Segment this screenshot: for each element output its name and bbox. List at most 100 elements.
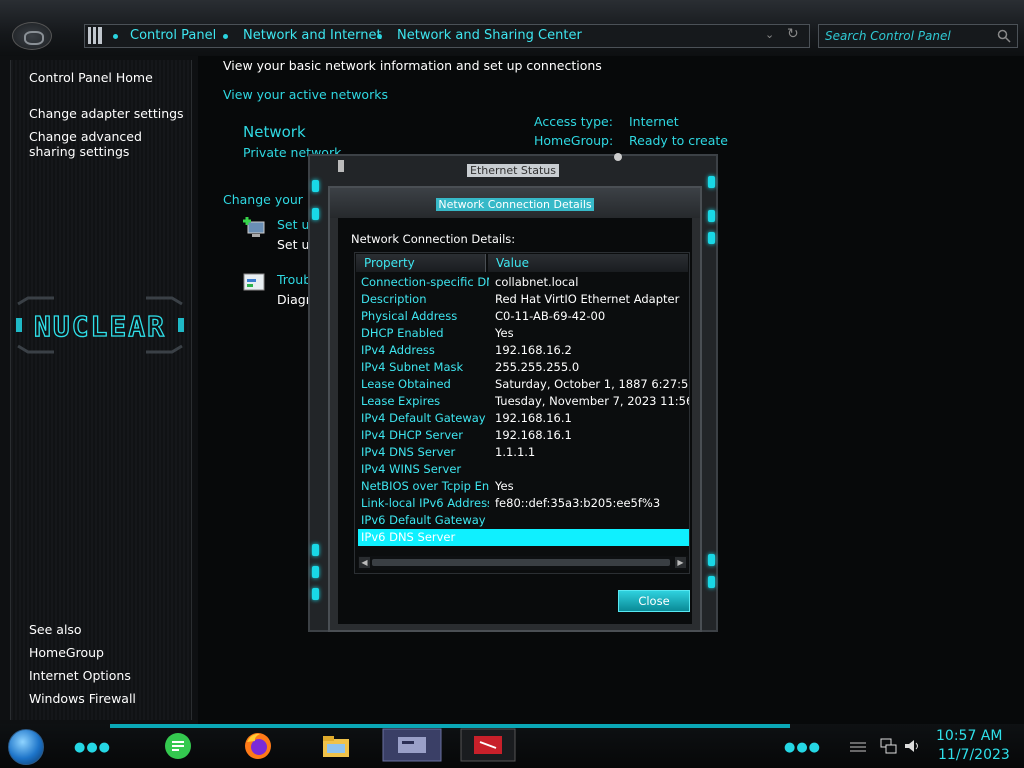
search-input[interactable]: [825, 29, 995, 43]
property-cell: IPv4 WINS Server: [361, 462, 462, 476]
table-row[interactable]: IPv4 Address 192.168.16.2: [358, 342, 689, 359]
clock-date[interactable]: 11/7/2023: [938, 747, 1010, 763]
refresh-icon[interactable]: ↻: [787, 26, 799, 42]
control-panel-app-icon[interactable]: [382, 728, 442, 762]
value-cell: Red Hat VirtIO Ethernet Adapter: [495, 292, 680, 306]
property-cell: IPv4 DHCP Server: [361, 428, 463, 442]
property-cell: Connection-specific DN...: [361, 275, 489, 289]
see-also-header: See also: [29, 622, 82, 637]
table-row[interactable]: IPv6 DNS Server: [358, 529, 689, 546]
frame-led: [708, 554, 715, 566]
close-button[interactable]: Close: [618, 590, 690, 612]
nav-control-panel-home[interactable]: Control Panel Home: [29, 70, 153, 85]
nav-change-advanced-sharing-settings[interactable]: Change advanced sharing settings: [29, 129, 179, 159]
left-navigation-pane: Control Panel Home Change adapter settin…: [0, 56, 198, 724]
scrollbar-thumb[interactable]: [372, 559, 670, 566]
dialog-app-icon[interactable]: [460, 728, 516, 762]
window-icon: [338, 160, 344, 172]
property-cell: IPv4 Default Gateway: [361, 411, 486, 425]
table-row[interactable]: IPv4 WINS Server: [358, 461, 689, 478]
back-button[interactable]: [12, 22, 52, 50]
details-label: Network Connection Details:: [351, 232, 516, 246]
scroll-left-icon[interactable]: ◀: [359, 557, 370, 568]
value-cell: Yes: [495, 326, 514, 340]
table-row[interactable]: Lease Expires Tuesday, November 7, 2023 1…: [358, 393, 689, 410]
frame-led: [312, 588, 319, 600]
breadcrumb-separator-icon: [113, 34, 118, 39]
start-button[interactable]: [8, 729, 44, 765]
dialog-body: Network Connection Details: Property Val…: [338, 218, 692, 624]
nav-change-adapter-settings[interactable]: Change adapter settings: [29, 106, 184, 121]
value-cell: 192.168.16.1: [495, 428, 572, 442]
table-row[interactable]: Lease Obtained Saturday, October 1, 1887 …: [358, 376, 689, 393]
taskbar-decoration: ●●●: [784, 740, 822, 755]
nav-homegroup[interactable]: HomeGroup: [29, 645, 104, 660]
volume-icon[interactable]: [904, 738, 922, 754]
table-row[interactable]: Connection-specific DN... collabnet.local: [358, 274, 689, 291]
value-cell: Saturday, October 1, 1887 6:27:57 AM: [495, 377, 689, 391]
notes-app-icon[interactable]: [162, 730, 194, 762]
show-hidden-icons-icon[interactable]: [848, 740, 868, 752]
horizontal-scrollbar[interactable]: ◀ ▶: [358, 556, 688, 570]
table-row[interactable]: IPv6 Default Gateway: [358, 512, 689, 529]
setup-connection-icon: [243, 217, 265, 237]
column-header-value[interactable]: Value: [488, 254, 688, 272]
table-row[interactable]: IPv4 Subnet Mask 255.255.255.0: [358, 359, 689, 376]
frame-led: [312, 208, 319, 220]
dialog-title-text: Network Connection Details: [436, 198, 594, 211]
active-networks-heading: View your active networks: [223, 87, 388, 102]
nav-windows-firewall[interactable]: Windows Firewall: [29, 691, 136, 706]
ethernet-status-title-text: Ethernet Status: [467, 164, 559, 177]
breadcrumb-control-panel[interactable]: Control Panel: [130, 28, 216, 43]
nuclear-logo: NUCLEAR: [16, 296, 184, 354]
chevron-down-icon[interactable]: ⌄: [765, 28, 774, 41]
value-cell: Yes: [495, 479, 514, 493]
network-name: Network: [243, 123, 306, 141]
dialog-title-bar[interactable]: Network Connection Details: [330, 188, 700, 218]
table-row[interactable]: Description Red Hat VirtIO Ethernet Adapt…: [358, 291, 689, 308]
column-header-property[interactable]: Property: [356, 254, 486, 272]
table-row[interactable]: IPv4 Default Gateway 192.168.16.1: [358, 410, 689, 427]
network-icon[interactable]: [880, 738, 898, 754]
address-bar[interactable]: Control Panel Network and Internet Netwo…: [84, 24, 810, 48]
value-cell: 192.168.16.2: [495, 343, 572, 357]
breadcrumb-separator-icon: [223, 34, 228, 39]
table-row[interactable]: IPv4 DNS Server 1.1.1.1: [358, 444, 689, 461]
table-row[interactable]: NetBIOS over Tcpip En... Yes: [358, 478, 689, 495]
pin-icon: [614, 153, 622, 161]
frame-led: [708, 176, 715, 188]
table-row[interactable]: Link-local IPv6 Address fe80::def:35a3:b2…: [358, 495, 689, 512]
details-table[interactable]: Property Value Connection-specific DN...…: [354, 252, 690, 574]
property-cell: IPv4 DNS Server: [361, 445, 456, 459]
search-icon[interactable]: [997, 29, 1011, 43]
scroll-right-icon[interactable]: ▶: [675, 557, 686, 568]
taskbar-decoration: ●●●: [74, 740, 112, 755]
breadcrumb-network-and-internet[interactable]: Network and Internet: [243, 28, 382, 43]
frame-led: [312, 180, 319, 192]
breadcrumb-network-and-sharing-center[interactable]: Network and Sharing Center: [397, 28, 582, 43]
firefox-icon[interactable]: [242, 730, 274, 762]
nav-internet-options[interactable]: Internet Options: [29, 668, 131, 683]
property-cell: IPv6 DNS Server: [361, 530, 456, 544]
taskbar-accent: [110, 724, 790, 728]
troubleshoot-icon: [243, 273, 265, 291]
property-cell: Lease Expires: [361, 394, 441, 408]
access-type-label: Access type:: [534, 114, 613, 129]
frame-led: [312, 544, 319, 556]
frame-led: [708, 232, 715, 244]
table-row[interactable]: IPv4 DHCP Server 192.168.16.1: [358, 427, 689, 444]
table-row[interactable]: DHCP Enabled Yes: [358, 325, 689, 342]
control-panel-icon: [88, 27, 102, 44]
table-row[interactable]: Physical Address C0-11-AB-69-42-00: [358, 308, 689, 325]
property-cell: IPv6 Default Gateway: [361, 513, 486, 527]
title-bar: Control Panel Network and Internet Netwo…: [0, 0, 1024, 56]
search-box[interactable]: [818, 24, 1018, 48]
property-cell: NetBIOS over Tcpip En...: [361, 479, 489, 493]
homegroup-value-link[interactable]: Ready to create: [629, 133, 728, 148]
property-cell: Physical Address: [361, 309, 458, 323]
nuclear-logo-text: NUCLEAR: [34, 310, 166, 343]
network-connection-details-dialog: Network Connection Details Network Conne…: [328, 186, 702, 632]
clock-time[interactable]: 10:57 AM: [936, 728, 1002, 744]
page-title: View your basic network information and …: [223, 58, 602, 73]
file-explorer-icon[interactable]: [320, 730, 352, 762]
